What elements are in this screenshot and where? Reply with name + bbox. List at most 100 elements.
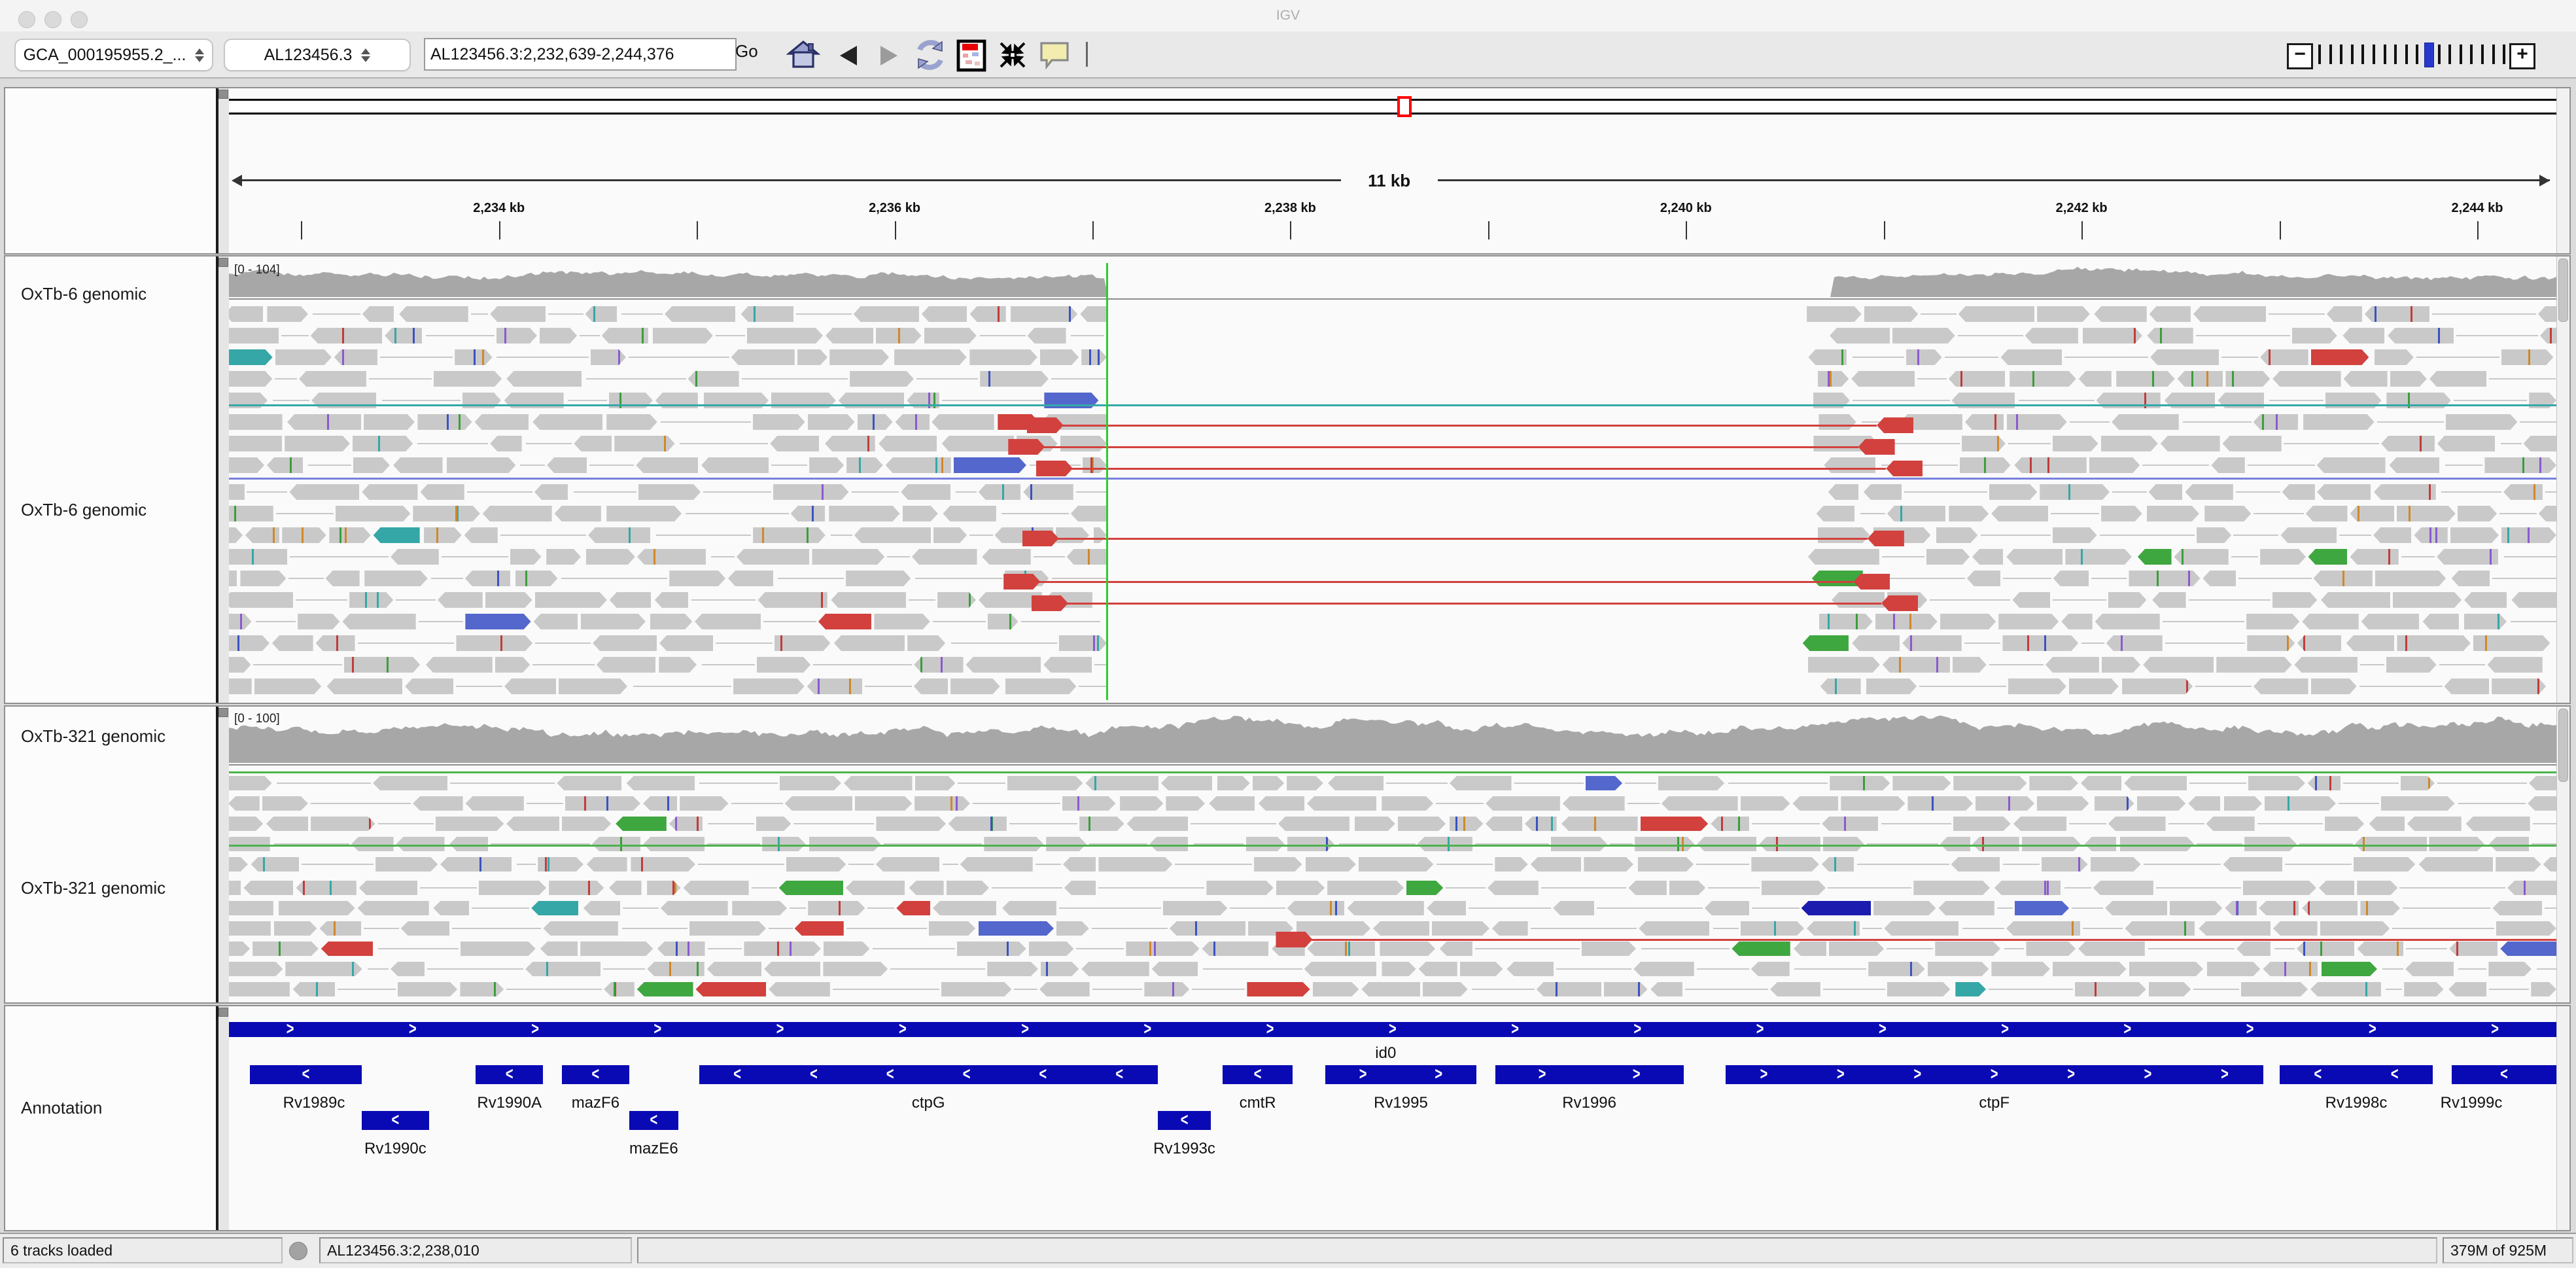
read[interactable] [2124, 776, 2187, 790]
read[interactable] [797, 349, 827, 365]
read[interactable] [2247, 635, 2295, 651]
read[interactable] [982, 549, 1030, 565]
read[interactable] [2354, 857, 2415, 872]
read[interactable] [2496, 921, 2556, 936]
read[interactable] [587, 857, 627, 872]
zoom-tick[interactable] [2340, 44, 2342, 64]
read[interactable] [1935, 942, 2000, 956]
read[interactable] [876, 817, 946, 831]
read[interactable] [762, 837, 805, 851]
read[interactable] [2025, 328, 2078, 343]
read[interactable] [496, 328, 537, 343]
read[interactable] [929, 921, 976, 936]
read[interactable] [1553, 901, 1594, 915]
read[interactable] [1641, 817, 1709, 831]
read[interactable] [2091, 857, 2141, 872]
read[interactable] [2259, 901, 2299, 915]
read[interactable] [1166, 796, 1205, 811]
read[interactable] [795, 921, 844, 936]
read[interactable] [2390, 371, 2427, 387]
read[interactable] [1056, 921, 1089, 936]
read[interactable] [1792, 796, 1838, 811]
gene-feature[interactable]: << [2280, 1065, 2433, 1084]
read[interactable] [1823, 837, 1864, 851]
read[interactable] [2381, 436, 2435, 451]
read[interactable] [747, 328, 824, 343]
read[interactable] [960, 857, 1033, 872]
read[interactable] [1307, 796, 1376, 811]
read[interactable] [2085, 837, 2117, 851]
read[interactable] [373, 776, 447, 790]
read[interactable] [1913, 881, 1990, 895]
read[interactable] [764, 962, 820, 976]
read[interactable] [1818, 527, 1870, 543]
read[interactable] [1965, 414, 2004, 430]
read[interactable] [786, 857, 846, 872]
read[interactable] [549, 881, 604, 895]
read[interactable] [933, 901, 997, 915]
read[interactable] [1991, 962, 2049, 976]
read[interactable] [1852, 635, 1900, 651]
gene-feature[interactable]: >> [1325, 1065, 1476, 1084]
read[interactable] [1832, 592, 1885, 608]
read[interactable] [311, 817, 375, 831]
read[interactable] [669, 571, 725, 586]
read[interactable] [1027, 417, 1064, 433]
read[interactable] [229, 635, 270, 651]
read[interactable] [1355, 817, 1395, 831]
read[interactable] [293, 982, 335, 996]
read[interactable] [1883, 657, 1950, 673]
read[interactable] [2241, 982, 2308, 996]
read[interactable] [229, 962, 283, 976]
read[interactable] [1259, 796, 1304, 811]
read[interactable] [1803, 635, 1849, 651]
read[interactable] [1525, 817, 1557, 831]
read[interactable] [2203, 571, 2237, 586]
gene-feature[interactable]: < [362, 1111, 429, 1130]
read[interactable] [353, 457, 390, 473]
read[interactable] [850, 371, 914, 387]
read[interactable] [2492, 901, 2542, 915]
zoom-tick[interactable] [2503, 44, 2505, 64]
read[interactable] [285, 436, 350, 451]
read[interactable] [609, 881, 642, 895]
read[interactable] [812, 549, 884, 565]
track-label-oxtb321-2[interactable]: OxTb-321 genomic [21, 878, 165, 898]
read[interactable] [586, 549, 635, 565]
read[interactable] [504, 678, 556, 694]
read[interactable] [791, 506, 826, 521]
read[interactable] [647, 881, 680, 895]
read[interactable] [399, 306, 468, 322]
read[interactable] [2303, 414, 2375, 430]
read[interactable] [559, 678, 627, 694]
read[interactable] [358, 901, 429, 915]
read[interactable] [2045, 657, 2099, 673]
track-label-oxtb6-2[interactable]: OxTb-6 genomic [21, 500, 147, 520]
read[interactable] [1382, 796, 1433, 811]
read[interactable] [844, 776, 913, 790]
read[interactable] [2152, 592, 2185, 608]
read[interactable] [643, 837, 705, 851]
read[interactable] [413, 796, 462, 811]
read[interactable] [616, 817, 667, 831]
read[interactable] [2320, 921, 2390, 936]
read[interactable] [316, 635, 355, 651]
read[interactable] [1875, 614, 1938, 629]
panel-handle[interactable] [218, 90, 228, 99]
read[interactable] [604, 982, 635, 996]
read[interactable] [2254, 414, 2298, 430]
read[interactable] [534, 484, 568, 500]
read[interactable] [818, 614, 871, 629]
read[interactable] [585, 306, 617, 322]
read[interactable] [655, 592, 688, 608]
read[interactable] [252, 942, 319, 956]
read[interactable] [1762, 881, 1826, 895]
read[interactable] [931, 414, 994, 430]
read[interactable] [229, 457, 264, 473]
read[interactable] [858, 414, 893, 430]
read[interactable] [591, 349, 626, 365]
read[interactable] [2248, 776, 2305, 790]
read[interactable] [1586, 776, 1622, 790]
read[interactable] [2327, 306, 2362, 322]
read[interactable] [540, 328, 577, 343]
